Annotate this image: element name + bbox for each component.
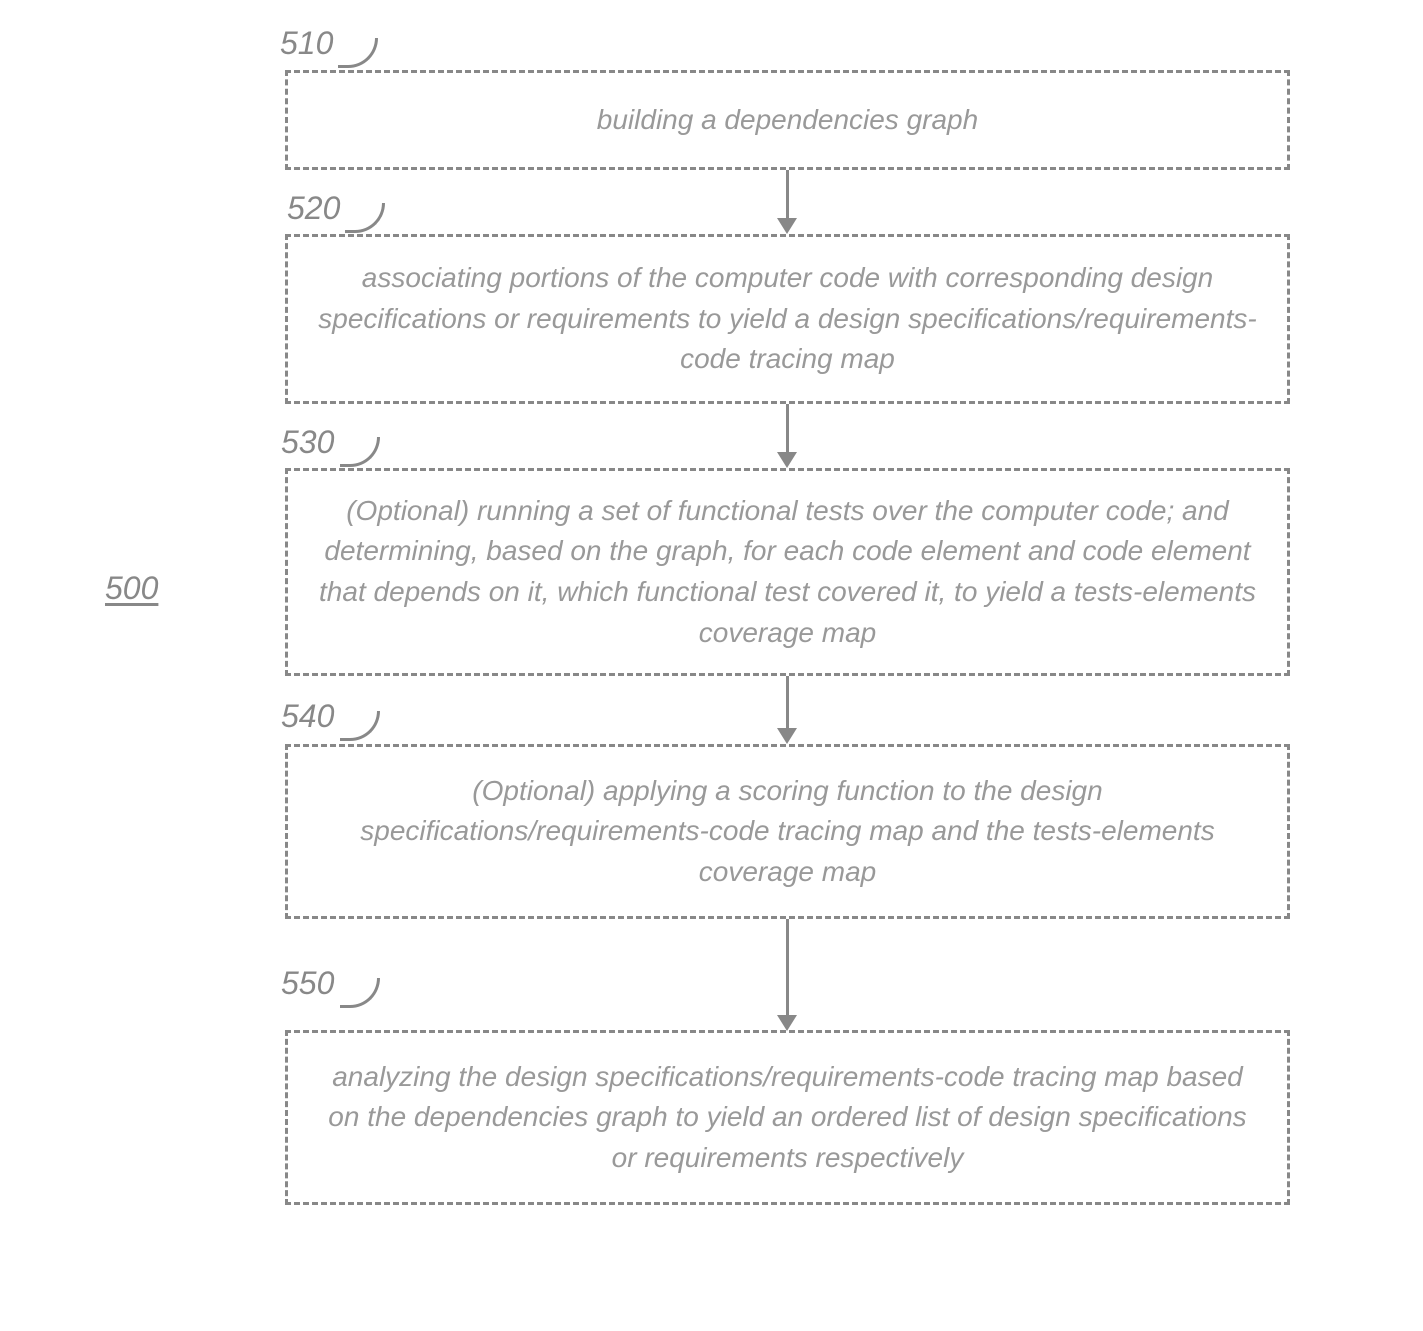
callout-arc-540 (340, 711, 380, 741)
step-box-540: (Optional) applying a scoring function t… (285, 744, 1290, 919)
step-box-530: (Optional) running a set of functional t… (285, 468, 1290, 676)
step-box-510: building a dependencies graph (285, 70, 1290, 170)
arrowhead-540-550 (777, 1015, 797, 1031)
step-box-550: analyzing the design specifications/requ… (285, 1030, 1290, 1205)
step-text-510: building a dependencies graph (597, 100, 978, 141)
connector-520-530 (786, 404, 789, 456)
connector-540-550 (786, 919, 789, 1019)
figure-label: 500 (105, 570, 158, 607)
connector-510-520 (786, 170, 789, 222)
step-label-520: 520 (287, 190, 340, 227)
callout-arc-510 (338, 38, 378, 68)
arrowhead-520-530 (777, 452, 797, 468)
arrowhead-510-520 (777, 218, 797, 234)
callout-arc-520 (345, 203, 385, 233)
step-text-530: (Optional) running a set of functional t… (316, 491, 1259, 653)
step-text-520: associating portions of the computer cod… (316, 258, 1259, 380)
step-label-530: 530 (281, 424, 334, 461)
step-label-510: 510 (280, 25, 333, 62)
callout-arc-530 (340, 437, 380, 467)
callout-arc-550 (340, 978, 380, 1008)
step-box-520: associating portions of the computer cod… (285, 234, 1290, 404)
connector-530-540 (786, 676, 789, 732)
step-text-550: analyzing the design specifications/requ… (316, 1057, 1259, 1179)
step-label-540: 540 (281, 698, 334, 735)
step-label-550: 550 (281, 965, 334, 1002)
arrowhead-530-540 (777, 728, 797, 744)
step-text-540: (Optional) applying a scoring function t… (316, 771, 1259, 893)
